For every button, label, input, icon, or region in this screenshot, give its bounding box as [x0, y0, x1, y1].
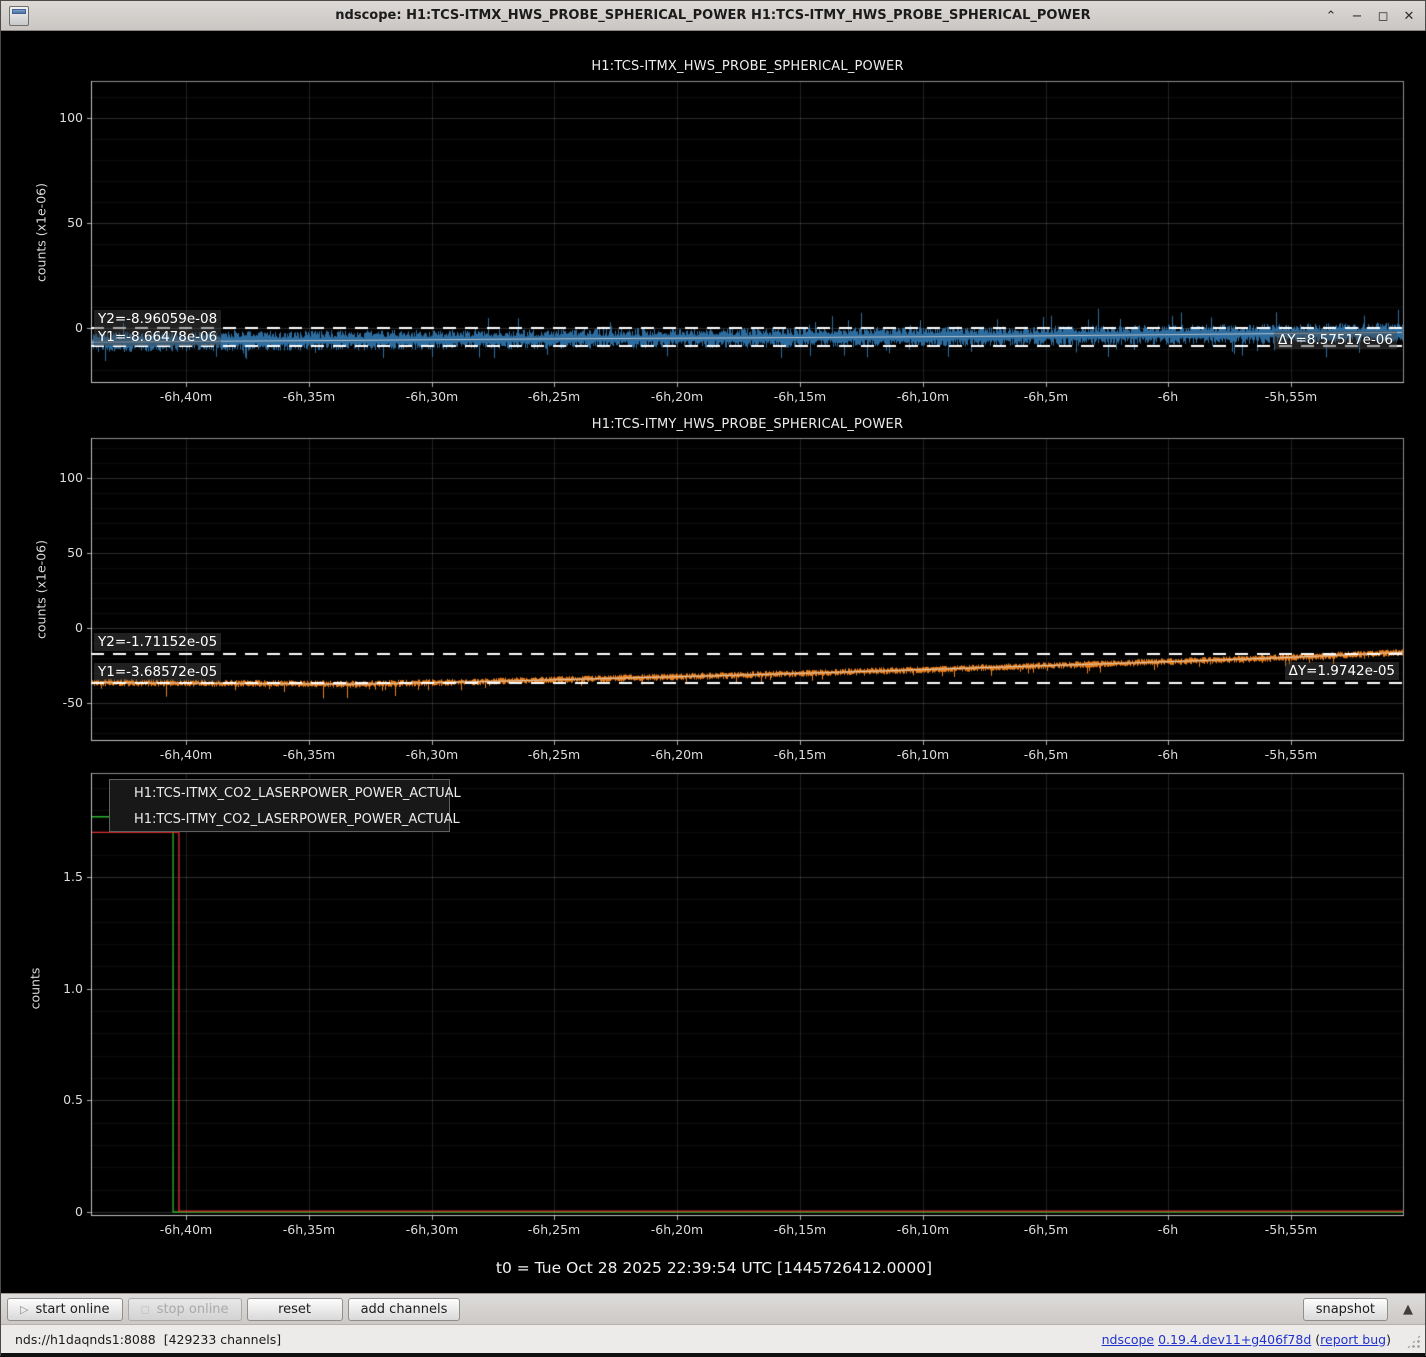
- x-tick-label: -5h,55m: [1246, 389, 1336, 404]
- snapshot-label: snapshot: [1316, 1302, 1375, 1317]
- x-tick-label: -6h: [1123, 389, 1213, 404]
- plot2-title: H1:TCS-ITMY_HWS_PROBE_SPHERICAL_POWER: [91, 417, 1404, 432]
- x-tick-label: -6h,20m: [632, 389, 722, 404]
- play-icon: ▷: [20, 1303, 28, 1316]
- report-bug-link[interactable]: report bug: [1320, 1332, 1386, 1347]
- y-tick-label: 0: [29, 320, 83, 335]
- x-tick-label: -5h,55m: [1246, 747, 1336, 762]
- toolbar: ▷ start online ◻ stop online reset add c…: [1, 1293, 1425, 1324]
- x-tick-label: -6h,25m: [509, 747, 599, 762]
- legend-label-itmy: H1:TCS-ITMY_CO2_LASERPOWER_POWER_ACTUAL: [134, 812, 460, 827]
- ndscope-window: ndscope: H1:TCS-ITMX_HWS_PROBE_SPHERICAL…: [0, 0, 1426, 1356]
- plot2-dy-cursor-label: ΔY=1.9742e-05: [1285, 662, 1399, 680]
- reset-button[interactable]: reset: [247, 1298, 343, 1321]
- y-tick-label: 50: [29, 545, 83, 560]
- status-bar: nds://h1daqnds1:8088 [429233 channels] n…: [1, 1324, 1425, 1353]
- plot1-dy-cursor-label: ΔY=8.57517e-06: [1274, 331, 1397, 349]
- x-tick-label: -6h,10m: [878, 747, 968, 762]
- y-tick-label: 50: [29, 215, 83, 230]
- ndscope-link[interactable]: ndscope: [1102, 1332, 1155, 1347]
- y-tick-label: 0.5: [29, 1092, 83, 1107]
- server-status: nds://h1daqnds1:8088 [429233 channels]: [15, 1332, 281, 1347]
- legend-label-itmx: H1:TCS-ITMX_CO2_LASERPOWER_POWER_ACTUAL: [134, 786, 461, 801]
- x-tick-label: -6h,20m: [632, 1222, 722, 1237]
- stop-online-button[interactable]: ◻ stop online: [128, 1298, 242, 1321]
- plot1-y2-cursor-label[interactable]: Y2=-8.96059e-08: [94, 310, 221, 328]
- stop-icon: ◻: [141, 1303, 150, 1316]
- x-tick-label: -6h,5m: [1001, 747, 1091, 762]
- plot2-y2-cursor-label[interactable]: Y2=-1.71152e-05: [94, 633, 221, 651]
- x-tick-label: -6h,25m: [509, 1222, 599, 1237]
- x-tick-label: -6h,5m: [1001, 1222, 1091, 1237]
- maximize-icon[interactable]: ◻: [1375, 9, 1391, 24]
- app-window-icon-stripe: [12, 9, 26, 14]
- plot-region: H1:TCS-ITMX_HWS_PROBE_SPHERICAL_POWER H1…: [1, 31, 1426, 1293]
- x-tick-label: -6h,40m: [141, 389, 231, 404]
- version-links: ndscope 0.19.4.dev11+g406f78d (report bu…: [1102, 1332, 1391, 1347]
- x-tick-label: -6h,15m: [755, 747, 845, 762]
- titlebar[interactable]: ndscope: H1:TCS-ITMX_HWS_PROBE_SPHERICAL…: [1, 1, 1425, 31]
- x-tick-label: -6h,10m: [878, 1222, 968, 1237]
- x-tick-label: -6h,25m: [509, 389, 599, 404]
- x-tick-label: -6h,35m: [264, 747, 354, 762]
- minimize-icon[interactable]: −: [1349, 9, 1365, 24]
- legend-row-itmy[interactable]: H1:TCS-ITMY_CO2_LASERPOWER_POWER_ACTUAL: [110, 807, 449, 832]
- expand-arrow-icon[interactable]: ▲: [1403, 1302, 1413, 1317]
- x-tick-label: -5h,55m: [1246, 1222, 1336, 1237]
- x-tick-label: -6h: [1123, 1222, 1213, 1237]
- x-tick-label: -6h,35m: [264, 1222, 354, 1237]
- add-channels-button[interactable]: add channels: [348, 1298, 461, 1321]
- x-tick-label: -6h,5m: [1001, 389, 1091, 404]
- y-tick-label: 100: [29, 110, 83, 125]
- t0-label: t0 = Tue Oct 28 2025 22:39:54 UTC [14457…: [1, 1259, 1426, 1277]
- y-tick-label: 1.0: [29, 981, 83, 996]
- y-tick-label: 0: [29, 1204, 83, 1219]
- x-tick-label: -6h,15m: [755, 1222, 845, 1237]
- plot1-y1-cursor-label[interactable]: Y1=-8.66478e-06: [94, 328, 221, 346]
- x-tick-label: -6h,30m: [387, 1222, 477, 1237]
- add-channels-label: add channels: [361, 1302, 448, 1317]
- start-online-label: start online: [35, 1302, 109, 1317]
- snapshot-button[interactable]: snapshot: [1303, 1298, 1388, 1321]
- reset-label: reset: [278, 1302, 311, 1317]
- start-online-button[interactable]: ▷ start online: [7, 1298, 123, 1321]
- x-tick-label: -6h,20m: [632, 747, 722, 762]
- close-icon[interactable]: ✕: [1401, 9, 1417, 24]
- shade-icon[interactable]: ⌃: [1323, 9, 1339, 24]
- x-tick-label: -6h,40m: [141, 1222, 231, 1237]
- resize-grip[interactable]: [1406, 1334, 1421, 1349]
- window-bottom-edge: [1, 1353, 1425, 1357]
- stop-online-label: stop online: [157, 1302, 229, 1317]
- plot1-title: H1:TCS-ITMX_HWS_PROBE_SPHERICAL_POWER: [91, 59, 1404, 74]
- x-tick-label: -6h: [1123, 747, 1213, 762]
- x-tick-label: -6h,30m: [387, 747, 477, 762]
- window-controls: ⌃ − ◻ ✕: [1323, 1, 1417, 31]
- y-tick-label: 100: [29, 470, 83, 485]
- y-tick-label: -50: [29, 695, 83, 710]
- plot2-y1-cursor-label[interactable]: Y1=-3.68572e-05: [94, 663, 221, 681]
- x-tick-label: -6h,30m: [387, 389, 477, 404]
- app-window-icon: [9, 6, 29, 26]
- x-tick-label: -6h,40m: [141, 747, 231, 762]
- version-link[interactable]: 0.19.4.dev11+g406f78d: [1158, 1332, 1311, 1347]
- legend-row-itmx[interactable]: H1:TCS-ITMX_CO2_LASERPOWER_POWER_ACTUAL: [110, 781, 449, 806]
- plot3-legend[interactable]: H1:TCS-ITMX_CO2_LASERPOWER_POWER_ACTUAL …: [109, 779, 450, 832]
- plots-canvas[interactable]: [1, 31, 1426, 1293]
- close-paren: ): [1386, 1332, 1391, 1347]
- x-tick-label: -6h,10m: [878, 389, 968, 404]
- y-tick-label: 0: [29, 620, 83, 635]
- window-title: ndscope: H1:TCS-ITMX_HWS_PROBE_SPHERICAL…: [1, 8, 1425, 23]
- x-tick-label: -6h,15m: [755, 389, 845, 404]
- plot1-y-axis-label: counts (x1e-06): [34, 173, 49, 293]
- x-tick-label: -6h,35m: [264, 389, 354, 404]
- y-tick-label: 1.5: [29, 869, 83, 884]
